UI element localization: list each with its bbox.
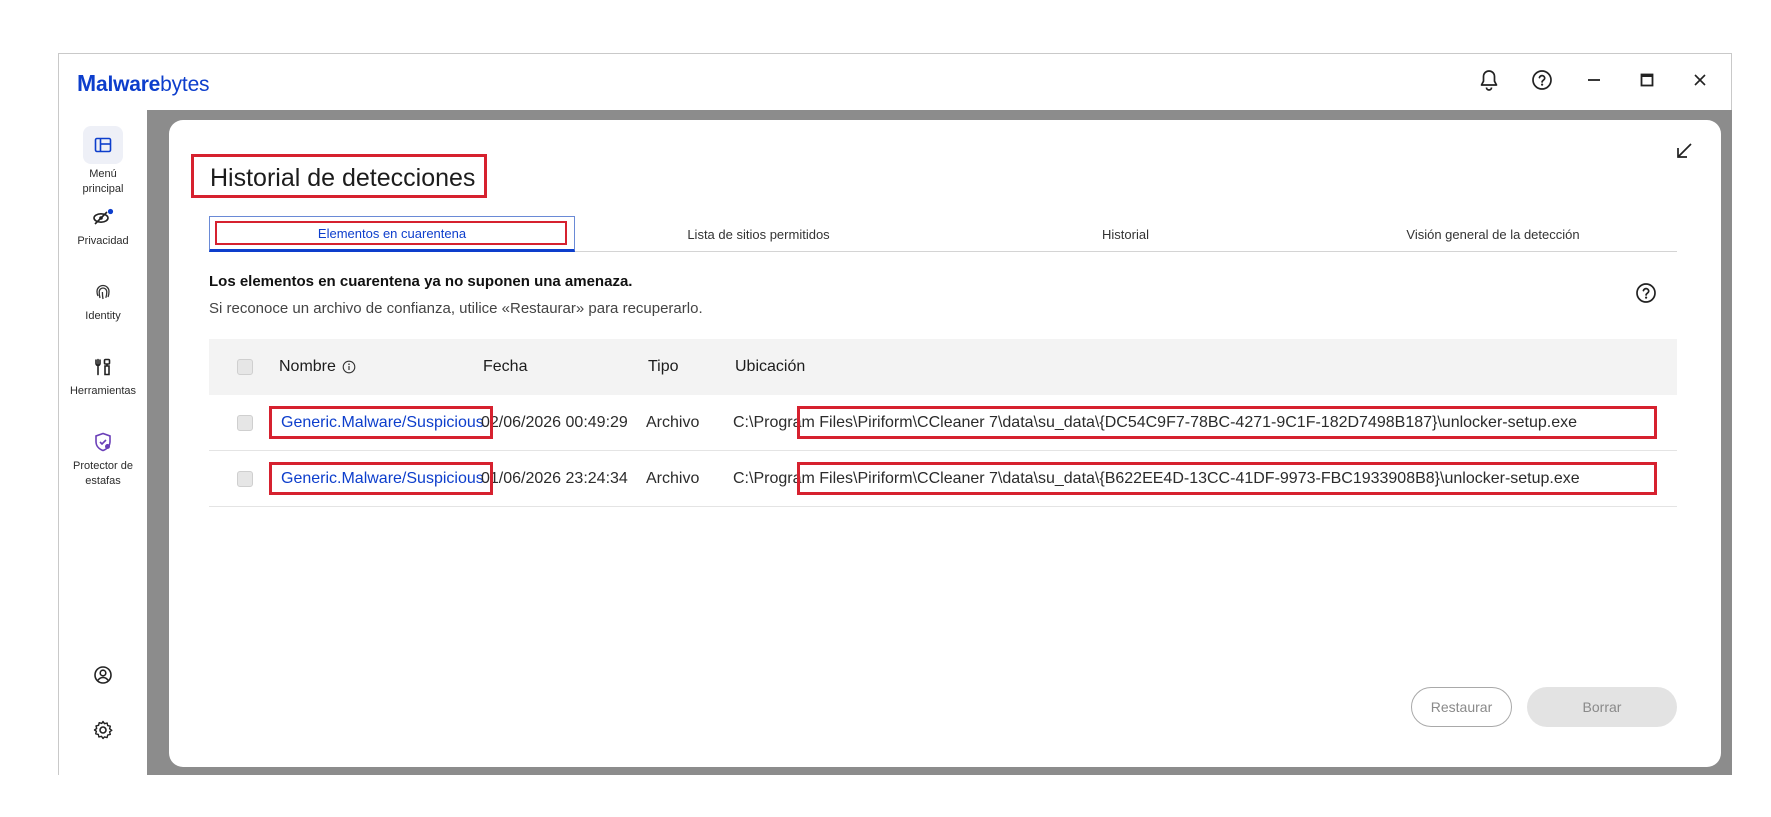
quarantine-info-text: Si reconoce un archivo de confianza, uti…: [209, 300, 703, 317]
question-circle-icon: [1635, 282, 1657, 309]
notifications-button[interactable]: [1472, 65, 1506, 99]
tab-quarantine[interactable]: Elementos en cuarentena: [209, 216, 575, 252]
file-location: C:\Program Files\Piriform\CCleaner 7\dat…: [733, 470, 1580, 487]
account-icon: [93, 665, 113, 690]
help-button[interactable]: [1525, 65, 1559, 99]
page-title: Historial de detecciones: [191, 154, 487, 198]
tab-history[interactable]: Historial: [942, 216, 1309, 252]
tab-label: Historial: [1102, 226, 1149, 242]
highlight-box: [215, 221, 567, 245]
dashboard-icon: [83, 126, 123, 164]
threat-name-link[interactable]: Generic.Malware/Suspicious: [281, 395, 484, 451]
eye-off-icon: [59, 203, 147, 231]
row-checkbox[interactable]: [237, 471, 253, 487]
info-icon: [342, 360, 356, 374]
detection-history-panel: Historial de detecciones Elementos en cu…: [169, 120, 1721, 767]
account-button[interactable]: [59, 665, 147, 690]
sidebar-item-tools[interactable]: Herramientas: [59, 353, 147, 399]
question-circle-icon: [1531, 69, 1553, 96]
detection-date: 02/06/2026 00:49:29: [481, 414, 628, 431]
table-row[interactable]: Generic.Malware/Suspicious 01/06/2026 23…: [209, 451, 1677, 507]
fingerprint-icon: [59, 278, 147, 306]
table-row[interactable]: Generic.Malware/Suspicious 02/06/2026 00…: [209, 395, 1677, 451]
tab-label: Lista de sitios permitidos: [687, 226, 830, 242]
settings-icon: [93, 720, 113, 745]
detection-date: 01/06/2026 23:24:34: [481, 470, 628, 487]
tab-detection-overview[interactable]: Visión general de la detección: [1309, 216, 1677, 252]
table-header: Nombre Fecha Tipo Ubicación: [209, 339, 1677, 395]
sidebar-item-label: Protector de estafas: [73, 460, 133, 487]
tab-allow-list[interactable]: Lista de sitios permitidos: [575, 216, 942, 252]
app-window: Malwarebytes Menú principal Privacidad I…: [58, 53, 1732, 776]
sidebar-item-privacy[interactable]: Privacidad: [59, 203, 147, 249]
sidebar-item-identity[interactable]: Identity: [59, 278, 147, 324]
file-location: C:\Program Files\Piriform\CCleaner 7\dat…: [733, 414, 1577, 431]
close-icon: [1693, 73, 1707, 92]
row-checkbox[interactable]: [237, 415, 253, 431]
close-button[interactable]: [1683, 65, 1717, 99]
quarantine-info-title: Los elementos en cuarentena ya no supone…: [209, 273, 633, 290]
sidebar: Menú principal Privacidad Identity Herra…: [59, 110, 147, 776]
tools-icon: [59, 353, 147, 381]
logo-text-bold: alware: [95, 73, 161, 96]
column-header-location[interactable]: Ubicación: [735, 339, 805, 395]
sidebar-item-label: Herramientas: [69, 385, 137, 397]
column-header-type[interactable]: Tipo: [648, 339, 679, 395]
shield-icon: [59, 428, 147, 456]
title-bar: Malwarebytes: [59, 54, 1731, 110]
info-help-button[interactable]: [1633, 282, 1659, 308]
sidebar-item-label: Privacidad: [77, 235, 129, 247]
item-type: Archivo: [646, 470, 700, 487]
item-type: Archivo: [646, 414, 700, 431]
maximize-icon: [1640, 73, 1654, 92]
sidebar-item-scam-protector[interactable]: Protector de estafas: [59, 428, 147, 489]
restore-button[interactable]: Restaurar: [1411, 687, 1512, 727]
sidebar-item-label: Menú principal: [82, 168, 124, 195]
column-header-name[interactable]: Nombre: [279, 339, 356, 395]
select-all-checkbox[interactable]: [237, 359, 253, 375]
collapse-button[interactable]: [1671, 140, 1697, 166]
threat-name-link[interactable]: Generic.Malware/Suspicious: [281, 451, 484, 507]
logo-mark: M: [77, 70, 96, 96]
logo-text-light: bytes: [160, 73, 210, 96]
column-header-label: Nombre: [279, 358, 336, 375]
malwarebytes-logo: Malwarebytes: [77, 70, 210, 97]
sidebar-item-label: Identity: [85, 310, 121, 322]
tab-label: Visión general de la detección: [1406, 226, 1580, 242]
tab-bar: Elementos en cuarentena Lista de sitios …: [209, 216, 1677, 252]
arrow-down-left-icon: [1675, 142, 1693, 165]
sidebar-item-dashboard[interactable]: Menú principal: [59, 126, 147, 197]
bell-icon: [1479, 69, 1499, 96]
column-header-date[interactable]: Fecha: [483, 339, 527, 395]
quarantine-table: Nombre Fecha Tipo Ubicación Generic.Malw…: [209, 339, 1677, 507]
maximize-button[interactable]: [1630, 65, 1664, 99]
minimize-icon: [1587, 73, 1601, 92]
minimize-button[interactable]: [1577, 65, 1611, 99]
delete-button[interactable]: Borrar: [1527, 687, 1677, 727]
settings-button[interactable]: [59, 720, 147, 745]
